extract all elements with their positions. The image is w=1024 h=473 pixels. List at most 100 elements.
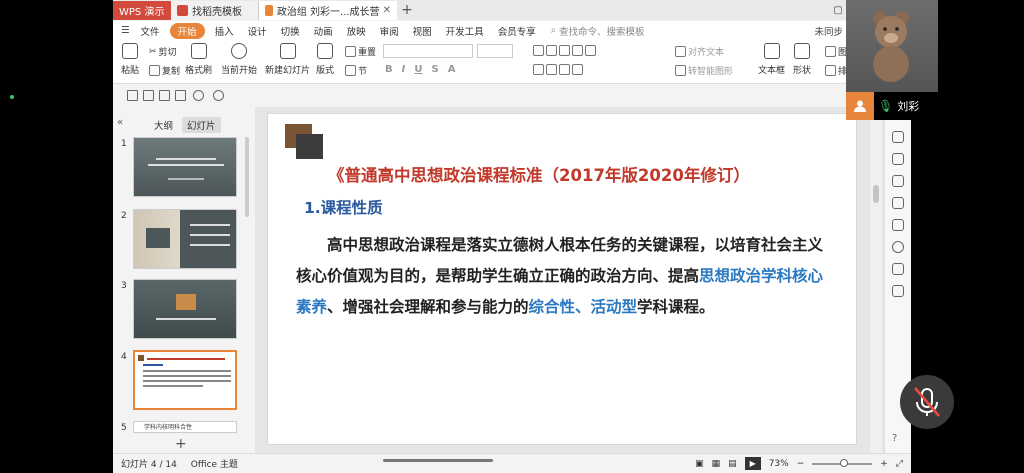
tab-slides[interactable]: 幻灯片 [182, 117, 221, 133]
align-left-icon[interactable] [533, 64, 544, 75]
pin-icon[interactable] [892, 175, 904, 187]
slide-thumbnail-3[interactable] [133, 279, 237, 339]
close-tab-icon[interactable]: ✕ [383, 5, 391, 16]
layout-icon[interactable]: ▢ [831, 5, 845, 16]
book-icon[interactable] [892, 263, 904, 275]
help-icon[interactable]: ? [892, 433, 904, 445]
unsynced-button[interactable]: 未同步 [814, 24, 843, 38]
layout-button[interactable]: 版式 [316, 43, 334, 76]
play-current-button[interactable]: 当前开始 [221, 43, 257, 76]
menu-review[interactable]: 审阅 [373, 24, 406, 38]
slide-subtitle[interactable]: 1.课程性质 [304, 196, 383, 218]
bold-icon[interactable]: B [385, 64, 393, 75]
settings-sliders-icon[interactable] [892, 153, 904, 165]
reading-view-icon[interactable]: ▤ [728, 459, 737, 469]
redo-icon[interactable] [213, 90, 224, 101]
thumb-number: 4 [121, 352, 127, 362]
hamburger-icon[interactable]: ☰ [113, 25, 134, 36]
location-icon[interactable] [892, 241, 904, 253]
menu-view[interactable]: 视图 [406, 24, 439, 38]
slide-thumbnail-5[interactable]: 学科内核明科合性 [133, 421, 237, 433]
strike-icon[interactable]: S [431, 64, 438, 75]
command-search[interactable]: ⌕ 查找命令、搜索模板 [551, 24, 645, 38]
align-center-icon[interactable] [546, 64, 557, 75]
indent-icon[interactable] [559, 45, 570, 56]
horizontal-scroll-thumb[interactable] [383, 459, 493, 462]
participant-video: 🎙 刘彩 [846, 0, 938, 120]
thumb-number: 2 [121, 211, 127, 221]
slideshow-icon[interactable]: ▶ [744, 457, 761, 470]
new-slide-button[interactable]: 新建幻灯片 [265, 43, 310, 76]
layout-icon [317, 43, 333, 59]
format-painter-button[interactable]: 格式刷 [185, 43, 212, 76]
zoom-in-icon[interactable]: + [880, 459, 888, 469]
normal-view-icon[interactable]: ▣ [695, 459, 704, 469]
template-icon[interactable] [892, 219, 904, 231]
menu-insert[interactable]: 插入 [208, 24, 241, 38]
zoom-value[interactable]: 73% [769, 459, 789, 469]
print-icon[interactable] [159, 90, 170, 101]
cube-icon[interactable] [892, 285, 904, 297]
fit-icon[interactable]: ⤢ [896, 459, 903, 469]
zoom-out-icon[interactable]: − [797, 459, 805, 469]
menu-transition[interactable]: 切换 [274, 24, 307, 38]
menu-animation[interactable]: 动画 [307, 24, 340, 38]
mute-mic-button[interactable] [900, 375, 954, 429]
smartart-icon [675, 65, 686, 76]
preview-icon[interactable] [175, 90, 186, 101]
slide-body[interactable]: 高中思想政治课程是落实立德树人根本任务的关键课程，以培育社会主义核心价值观为目的… [296, 229, 826, 322]
current-slide[interactable]: 《普通高中思想政治课程标准（2017年版2020年修订） 1.课程性质 高中思想… [267, 113, 857, 445]
save-icon[interactable] [127, 90, 138, 101]
menu-file[interactable]: 文件 [134, 24, 167, 38]
menu-slideshow[interactable]: 放映 [340, 24, 373, 38]
add-slide-button[interactable]: + [175, 436, 187, 452]
outdent-icon[interactable] [572, 45, 583, 56]
tab-find-template[interactable]: 找稻壳模板 [171, 1, 259, 20]
align-text-button[interactable]: 对齐文本 [675, 45, 724, 58]
shape-icon [794, 43, 810, 59]
paste-button[interactable]: 粘贴 [121, 43, 139, 76]
numbering-icon[interactable] [546, 45, 557, 56]
menu-design[interactable]: 设计 [241, 24, 274, 38]
new-tab-button[interactable]: + [397, 1, 417, 20]
zoom-knob[interactable] [840, 458, 849, 467]
sorter-view-icon[interactable]: ▦ [712, 459, 721, 469]
underline-icon[interactable]: U [414, 64, 422, 75]
collapse-pane-icon[interactable]: « [117, 117, 123, 128]
undo-icon[interactable] [193, 90, 204, 101]
section-button[interactable]: 节 [345, 64, 367, 77]
italic-icon[interactable]: I [402, 64, 406, 75]
slide-thumbnail-1[interactable] [133, 137, 237, 197]
tab-document[interactable]: 政治组 刘彩一...成长营主题论坛 ✕ [259, 1, 397, 20]
slide-thumbnail-2[interactable] [133, 209, 237, 269]
pane-scrollbar[interactable] [245, 137, 249, 217]
scroll-thumb[interactable] [873, 185, 879, 203]
reset-button[interactable]: 重置 [345, 45, 376, 58]
line-spacing-icon[interactable] [585, 45, 596, 56]
font-family-select[interactable] [383, 44, 473, 58]
vertical-scrollbar[interactable] [870, 107, 882, 453]
tab-wps[interactable]: WPS 演示 [113, 1, 171, 20]
property-icon[interactable] [892, 131, 904, 143]
font-color-icon[interactable]: A [448, 64, 456, 75]
slide-decoration-dark [296, 134, 323, 159]
menu-home[interactable]: 开始 [169, 22, 205, 39]
smartart-button[interactable]: 转智能图形 [675, 64, 733, 77]
slide-title[interactable]: 《普通高中思想政治课程标准（2017年版2020年修订） [328, 162, 750, 186]
bullets-icon[interactable] [533, 45, 544, 56]
paragraph-group [533, 45, 596, 56]
tab-outline[interactable]: 大纲 [149, 117, 178, 133]
shape-button[interactable]: 形状 [793, 43, 811, 76]
export-icon[interactable] [143, 90, 154, 101]
copy-button[interactable]: 复制 [149, 64, 180, 77]
font-size-select[interactable] [477, 44, 513, 58]
animation-icon[interactable] [892, 197, 904, 209]
align-right-icon[interactable] [559, 64, 570, 75]
menu-developer[interactable]: 开发工具 [439, 24, 491, 38]
zoom-slider[interactable] [812, 458, 873, 467]
menu-member[interactable]: 会员专享 [491, 24, 543, 38]
textbox-button[interactable]: 文本框 [758, 43, 785, 76]
slide-thumbnail-4[interactable] [133, 350, 237, 410]
cut-button[interactable]: ✂ 剪切 [149, 45, 177, 59]
justify-icon[interactable] [572, 64, 583, 75]
